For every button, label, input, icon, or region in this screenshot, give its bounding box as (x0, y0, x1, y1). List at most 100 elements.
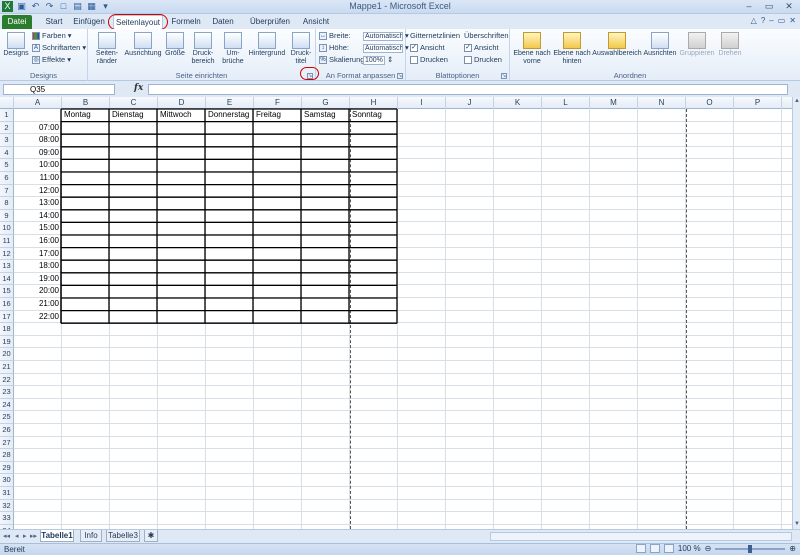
headings-view-checkbox[interactable]: ✓ Ansicht (464, 43, 499, 53)
margins-label-2: ränder (96, 58, 118, 65)
print-area-button[interactable]: Druck- bereich (188, 32, 218, 66)
checkbox-checked-icon: ✓ (464, 44, 472, 52)
bring-forward-icon (523, 32, 541, 49)
annotation-circle-tab (108, 14, 168, 30)
height-label: Höhe: (329, 43, 350, 52)
effects-button[interactable]: ◎ Effekte ▾ (32, 55, 71, 65)
help-icon[interactable]: ? (761, 16, 765, 25)
fonts-icon: A (32, 44, 40, 52)
next-sheet-icon[interactable]: ▸ (23, 532, 27, 540)
collapse-ribbon-icon[interactable]: △ (751, 16, 757, 25)
width-select[interactable]: Automatisch (363, 31, 403, 41)
headings-print-label: Drucken (474, 55, 502, 64)
selection-pane-label: Auswahlbereich (592, 50, 642, 57)
rotate-button[interactable]: Drehen (716, 32, 744, 58)
sheet-tab-tabelle1[interactable]: Tabelle1 (40, 530, 74, 542)
page-break-view-icon[interactable] (663, 544, 674, 553)
group-designs: Designs Farben ▾ A Schriftarten ▾ ◎ Effekt… (0, 29, 88, 81)
align-button[interactable]: Ausrichten (642, 32, 678, 58)
minimize-icon[interactable]: – (740, 1, 758, 12)
scroll-up-icon[interactable]: ▲ (793, 97, 800, 106)
close-icon[interactable]: ✕ (780, 1, 798, 12)
effects-icon: ◎ (32, 56, 40, 64)
scroll-down-icon[interactable]: ▼ (793, 520, 800, 529)
worksheet-grid[interactable]: ABCDEFGHIJKLMNOP 1 2 3 4 5 6 7 8 9 10 11 12 13 14 15 16… (0, 97, 792, 529)
gridlines-print-checkbox[interactable]: Drucken (410, 55, 448, 65)
horizontal-scrollbar[interactable] (490, 532, 792, 541)
gridlines-print-label: Drucken (420, 55, 448, 64)
group-sheet-options-label: Blattoptionen (435, 71, 480, 80)
colors-button[interactable]: Farben ▾ (32, 31, 72, 41)
title-bar: X ▣ ↶ ↷ □ ▤ ▦ ▾ Mappe1 - Microsoft Excel… (0, 0, 800, 14)
zoom-level[interactable]: 100 % (678, 544, 701, 553)
group-scale-to-fit: ↔ Breite: Automatisch ▾ ↕ Höhe: Automati… (316, 29, 409, 81)
sheet-tab-tabelle3[interactable]: Tabelle3 (106, 530, 140, 542)
vertical-scrollbar[interactable]: ▲ ▼ (792, 97, 800, 529)
headings-view-label: Ansicht (474, 43, 499, 52)
formula-input[interactable] (148, 84, 788, 95)
size-icon (166, 32, 184, 49)
gridlines-view-checkbox[interactable]: ✓ Ansicht (410, 43, 445, 53)
rotate-label: Drehen (718, 50, 742, 57)
send-backward-label-1: Ebene nach (553, 50, 591, 57)
tab-data[interactable]: Daten (207, 15, 239, 29)
scaling-input[interactable]: 100% (363, 55, 385, 65)
tab-insert[interactable]: Einfügen (70, 15, 108, 29)
ribbon-right-controls: △ ? – ▭ ✕ (751, 16, 796, 25)
group-designs-label: Designs (29, 71, 58, 80)
bring-forward-button[interactable]: Ebene nach vorne (512, 32, 552, 66)
send-backward-button[interactable]: Ebene nach hinten (552, 32, 592, 66)
fonts-button[interactable]: A Schriftarten ▾ (32, 43, 86, 53)
sheet-tab-info[interactable]: Info (80, 530, 102, 542)
gridlines-view-label: Ansicht (420, 43, 445, 52)
status-ready: Bereit (4, 545, 25, 554)
designs-button[interactable]: Designs (2, 32, 30, 58)
tab-view[interactable]: Ansicht (298, 15, 334, 29)
background-button[interactable]: Hintergrund (246, 32, 288, 58)
spinner-icon[interactable]: ⇕ (387, 55, 393, 65)
insert-function-icon[interactable]: fx (134, 83, 143, 93)
selection-pane-icon (608, 32, 626, 49)
print-titles-label-2: titel (295, 58, 307, 65)
window-controls: – ▭ ✕ (740, 1, 798, 12)
colors-icon (32, 32, 40, 40)
sheet-options-launcher-icon[interactable]: ↘ (501, 73, 507, 79)
zoom-slider-knob[interactable] (748, 544, 753, 553)
zoom-slider[interactable] (715, 544, 786, 553)
gridlines-heading: Gitternetzlinien (410, 31, 461, 40)
minimize-workbook-icon[interactable]: – (769, 16, 773, 25)
tab-review[interactable]: Überprüfen (245, 15, 295, 29)
orientation-button[interactable]: Ausrichtung (122, 32, 164, 58)
close-workbook-icon[interactable]: ✕ (789, 16, 796, 25)
restore-workbook-icon[interactable]: ▭ (778, 16, 786, 25)
zoom-in-icon[interactable]: ⊕ (789, 544, 796, 553)
size-button[interactable]: Größe (164, 32, 186, 58)
margins-button[interactable]: Seiten- ränder (92, 32, 122, 66)
tab-file[interactable]: Datei (2, 15, 32, 29)
height-select[interactable]: Automatisch (363, 43, 403, 53)
dropdown-arrow-icon: ▾ (67, 55, 71, 64)
breaks-button[interactable]: Um- brüche (220, 32, 246, 66)
tab-formulas[interactable]: Formeln (168, 15, 204, 29)
page-layout-view-icon[interactable] (649, 544, 660, 553)
group-arrange-label: Anordnen (613, 71, 647, 80)
print-titles-button[interactable]: Druck- titel (288, 32, 314, 66)
new-sheet-icon[interactable]: ✱ (144, 530, 158, 542)
last-sheet-icon[interactable]: ▸▸ (30, 532, 37, 540)
first-sheet-icon[interactable]: ◂◂ (3, 532, 10, 540)
print-area-label-1: Druck- (192, 50, 214, 57)
group-objects-button[interactable]: Gruppieren (678, 32, 716, 58)
selection-pane-button[interactable]: Auswahlbereich (592, 32, 642, 58)
effects-label: Effekte (42, 55, 66, 64)
align-icon (651, 32, 669, 49)
name-box[interactable]: Q35 (3, 84, 115, 95)
headings-print-checkbox[interactable]: Drucken (464, 55, 502, 65)
prev-sheet-icon[interactable]: ◂ (15, 532, 19, 540)
maximize-icon[interactable]: ▭ (760, 1, 778, 12)
height-control: ↕ Höhe: Automatisch ▾ (319, 43, 409, 53)
normal-view-icon[interactable] (635, 544, 646, 553)
scale-launcher-icon[interactable]: ↘ (397, 73, 403, 79)
zoom-out-icon[interactable]: ⊖ (705, 544, 712, 553)
background-label: Hintergrund (248, 50, 286, 57)
tab-start[interactable]: Start (40, 15, 68, 29)
